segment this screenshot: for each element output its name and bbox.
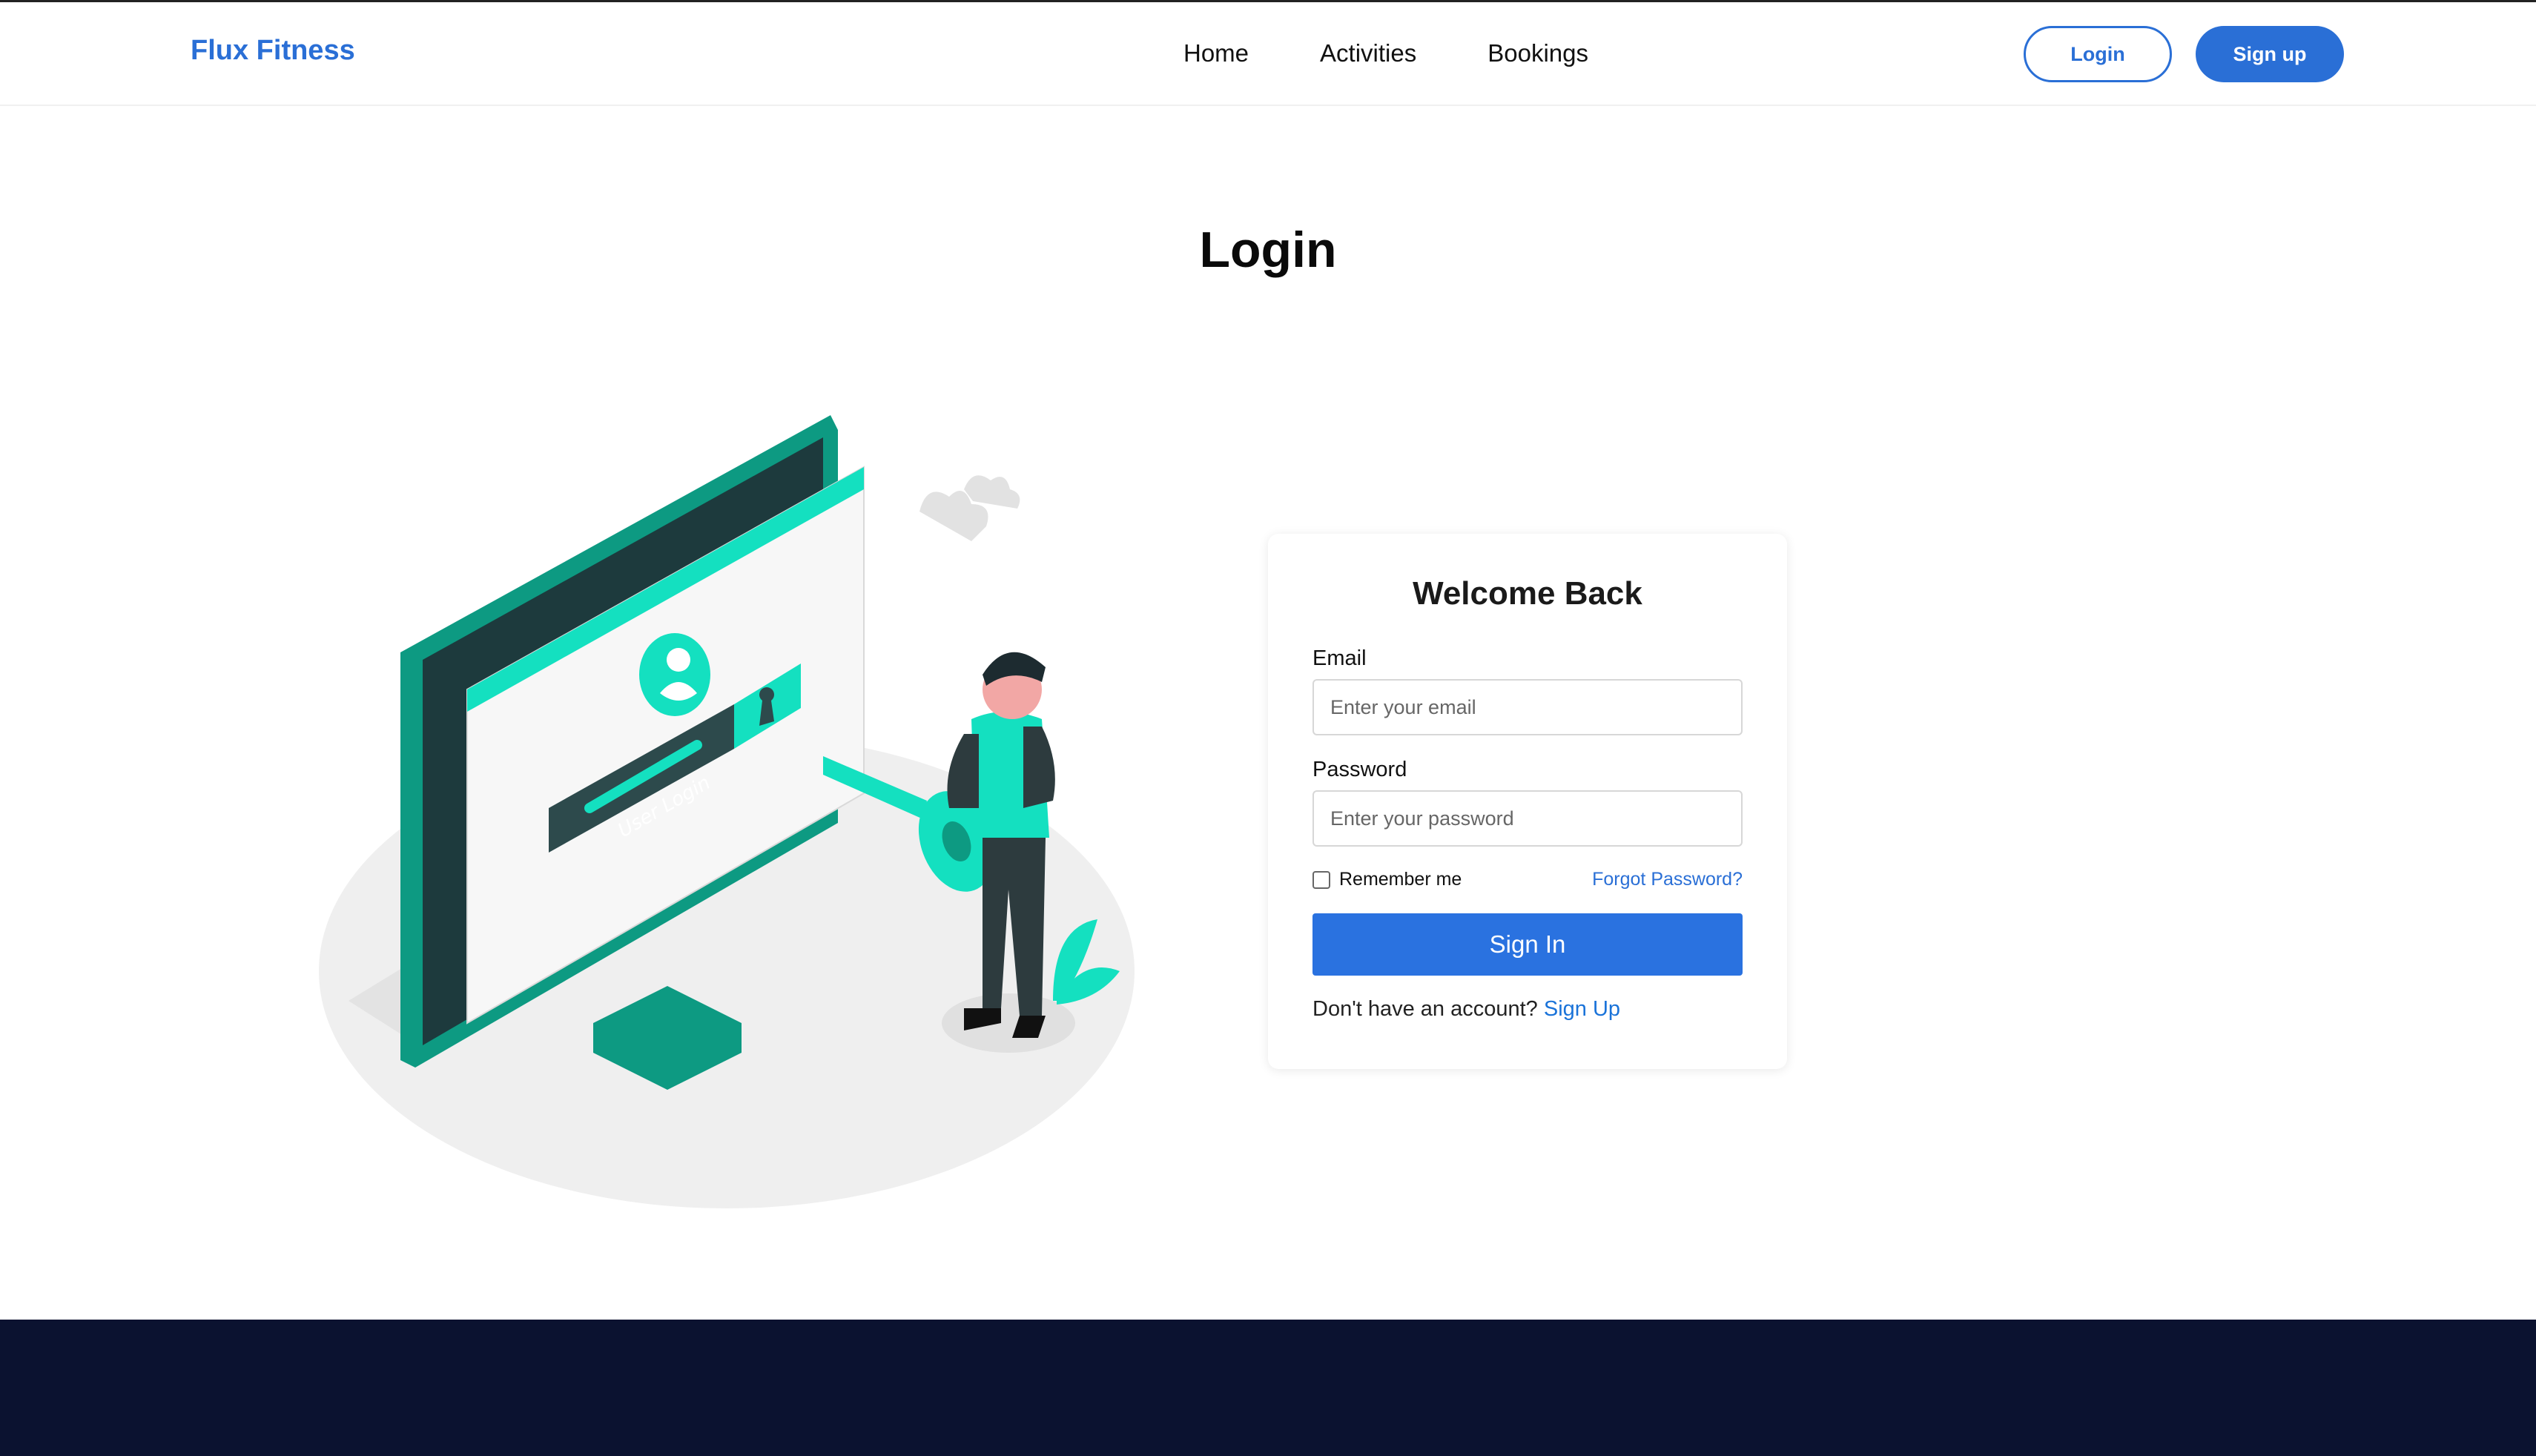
nav-home[interactable]: Home: [1183, 39, 1249, 67]
site-footer: [0, 1320, 2536, 1456]
login-card: Welcome Back Email Password Remember me …: [1268, 534, 1787, 1069]
signup-link[interactable]: Sign Up: [1544, 997, 1620, 1021]
header-login-button[interactable]: Login: [2024, 26, 2172, 82]
email-label: Email: [1312, 646, 1367, 670]
cloud-icon: [919, 475, 1020, 541]
password-label: Password: [1312, 758, 1407, 781]
remember-me: Remember me: [1312, 869, 1462, 890]
remember-checkbox[interactable]: [1312, 870, 1330, 889]
page-title: Login: [1199, 222, 1337, 278]
sign-in-button[interactable]: Sign In: [1312, 913, 1743, 976]
brand-logo[interactable]: Flux Fitness: [191, 35, 355, 67]
forgot-password-link[interactable]: Forgot Password?: [1592, 869, 1743, 890]
nav-activities[interactable]: Activities: [1320, 39, 1416, 67]
signup-prompt: Don't have an account? Sign Up: [1312, 997, 1620, 1022]
user-avatar-icon: [639, 633, 710, 716]
header-signup-button[interactable]: Sign up: [2196, 26, 2344, 82]
no-account-text: Don't have an account?: [1312, 997, 1538, 1021]
email-field[interactable]: [1312, 679, 1743, 735]
main-nav: Home Activities Bookings: [1183, 39, 1588, 67]
nav-bookings[interactable]: Bookings: [1487, 39, 1588, 67]
remember-label: Remember me: [1339, 869, 1462, 890]
form-heading: Welcome Back: [1413, 575, 1642, 612]
login-illustration: User Login: [319, 415, 1135, 1208]
password-field[interactable]: [1312, 790, 1743, 847]
site-header: Flux Fitness Home Activities Bookings Lo…: [0, 2, 2536, 106]
